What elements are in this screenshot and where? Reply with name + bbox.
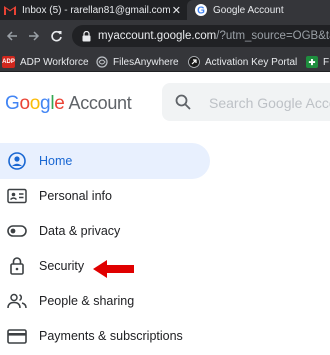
back-arrow-icon[interactable] — [4, 28, 20, 44]
sidebar-item-label: Security — [39, 259, 85, 273]
bookmark-label: FilesAnywhere — [113, 56, 179, 68]
sidebar-item-payments-subscriptions[interactable]: Payments & subscriptions — [0, 318, 210, 354]
green-bookmark-icon: ✚ — [306, 56, 318, 68]
sidebar-item-label: Personal info — [39, 189, 112, 203]
bookmark-filesanywhere[interactable]: FilesAnywhere — [96, 54, 179, 70]
bookmark-label: F — [323, 56, 330, 68]
sidebar-item-label: Home — [39, 154, 73, 168]
lock-icon — [7, 257, 27, 275]
sidebar-item-label: Data & privacy — [39, 224, 121, 238]
sidebar-item-home[interactable]: Home — [0, 143, 210, 179]
search-placeholder: Search Google Acco — [209, 95, 330, 111]
tab-label: Inbox (5) - rarellan81@gmail.com — [22, 4, 171, 16]
account-title: Account — [68, 93, 132, 113]
gmail-icon — [4, 4, 16, 16]
search-bar[interactable]: Search Google Acco — [162, 83, 330, 121]
sidebar-item-people-sharing[interactable]: People & sharing — [0, 283, 210, 319]
tab-label: Google Account — [213, 4, 284, 16]
tab-gmail-inbox[interactable]: Inbox (5) - rarellan81@gmail.com ✕ — [0, 0, 187, 20]
filesanywhere-icon — [96, 56, 108, 68]
bookmarks-bar: ADP ADP Workforce FilesAnywhere Activati… — [0, 52, 330, 72]
toggle-icon — [7, 222, 27, 240]
account-header: Google Account Search Google Acco — [0, 72, 330, 134]
url-domain: myaccount.google.com — [98, 30, 217, 42]
adp-icon: ADP — [2, 56, 15, 68]
bookmark-f[interactable]: ✚ F — [306, 54, 329, 70]
bookmark-label: ADP Workforce — [20, 56, 89, 68]
bookmark-activation-key-portal[interactable]: Activation Key Portal — [188, 54, 297, 70]
home-person-icon — [7, 152, 27, 170]
sidebar-item-label: Payments & subscriptions — [39, 329, 183, 343]
bookmark-adp-workforce[interactable]: ADP ADP Workforce — [2, 54, 89, 70]
svg-text:G: G — [197, 6, 205, 17]
reload-icon[interactable] — [48, 28, 64, 44]
bookmark-label: Activation Key Portal — [205, 56, 298, 68]
google-wordmark: Google — [5, 93, 65, 114]
forward-arrow-icon[interactable] — [26, 28, 42, 44]
id-card-icon — [7, 187, 27, 205]
browser-toolbar: myaccount.google.com/?utm_source=OGB&ta — [0, 20, 330, 52]
tab-google-account[interactable]: G Google Account — [187, 0, 330, 20]
sidebar-item-personal-info[interactable]: Personal info — [0, 178, 210, 214]
credit-card-icon — [7, 327, 27, 345]
search-icon[interactable] — [175, 94, 191, 115]
sidebar-item-data-privacy[interactable]: Data & privacy — [0, 213, 210, 249]
google-account-logo[interactable]: Google Account — [5, 93, 132, 115]
activation-key-icon — [188, 56, 200, 68]
url-path: /?utm_source=OGB&ta — [216, 30, 330, 42]
red-arrow-annotation — [93, 260, 134, 278]
google-icon: G — [195, 4, 207, 16]
lock-icon — [82, 30, 91, 42]
sidebar-item-label: People & sharing — [39, 294, 135, 308]
people-icon — [7, 292, 27, 310]
address-bar[interactable]: myaccount.google.com/?utm_source=OGB&ta — [72, 25, 330, 47]
browser-tab-strip: Inbox (5) - rarellan81@gmail.com ✕ G Goo… — [0, 0, 330, 20]
close-icon[interactable]: ✕ — [172, 4, 181, 17]
